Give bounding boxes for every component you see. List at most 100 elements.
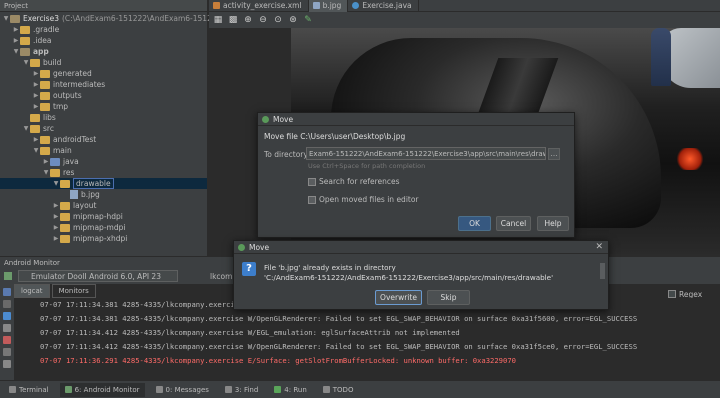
screenshot-icon[interactable]: [3, 288, 11, 296]
help-icon[interactable]: [3, 360, 11, 368]
tree-item-androidtest[interactable]: ▶ androidTest: [32, 134, 97, 145]
logcat-output[interactable]: 07-07 17:11:34.381 4285-4335/lkcompany.e…: [14, 298, 720, 378]
tree-item-label: mipmap-hdpi: [73, 212, 123, 221]
tree-item-libs[interactable]: libs: [22, 112, 56, 123]
message-scrollbar[interactable]: [600, 263, 605, 279]
tree-item-tmp[interactable]: ▶ tmp: [32, 101, 68, 112]
expand-arrow-icon[interactable]: ▼: [2, 15, 10, 22]
folder-icon: [30, 113, 40, 122]
zoom-in-icon[interactable]: ⊕: [242, 14, 254, 26]
tree-item-label: libs: [43, 113, 56, 122]
tab-b-jpg[interactable]: b.jpg: [308, 0, 349, 12]
terminate-icon[interactable]: [3, 336, 11, 344]
restart-icon[interactable]: [3, 324, 11, 332]
tree-item-res[interactable]: ▼ res: [42, 167, 75, 178]
todo-button[interactable]: TODO: [318, 383, 359, 397]
record-icon[interactable]: [3, 300, 11, 308]
skip-button[interactable]: Skip: [427, 290, 470, 305]
tree-item-label: src: [43, 124, 54, 133]
tree-item-intermediates[interactable]: ▶ intermediates: [32, 79, 105, 90]
tree-item-gradle[interactable]: ▶ .gradle: [12, 24, 60, 35]
tree-item-layout[interactable]: ▶ layout: [52, 200, 97, 211]
monitor-side-toolbar: [0, 284, 14, 380]
tab-monitors[interactable]: Monitors: [51, 284, 96, 298]
browse-ellipsis-icon[interactable]: …: [548, 148, 560, 160]
system-info-icon[interactable]: [3, 312, 11, 320]
tree-item-src[interactable]: ▼ src: [22, 123, 54, 134]
run-button[interactable]: 4: Run: [269, 383, 311, 397]
tree-item-idea[interactable]: ▶ .idea: [12, 35, 52, 46]
tree-item-generated[interactable]: ▶ generated: [32, 68, 92, 79]
tab-logcat[interactable]: logcat: [14, 284, 50, 298]
expand-arrow-icon[interactable]: ▶: [32, 81, 40, 88]
tree-item-bjpg[interactable]: b.jpg: [62, 189, 100, 200]
button-label: Overwrite: [380, 293, 417, 302]
expand-arrow-icon[interactable]: ▶: [52, 202, 60, 209]
search-references-checkbox[interactable]: Search for references: [308, 177, 400, 186]
log-line-error: 07-07 17:11:36.291 4285-4335/lkcompany.e…: [40, 356, 516, 365]
tree-item-java[interactable]: ▶ java: [42, 156, 79, 167]
tree-item-label: outputs: [53, 91, 82, 100]
tree-item-mipmap-xhdpi[interactable]: ▶ mipmap-xhdpi: [52, 233, 128, 244]
help-button[interactable]: Help: [537, 216, 569, 231]
zoom-out-icon[interactable]: ⊖: [257, 14, 269, 26]
expand-arrow-icon[interactable]: ▶: [52, 213, 60, 220]
chessboard-icon[interactable]: ▦: [212, 14, 224, 26]
messages-button[interactable]: 0: Messages: [151, 383, 214, 397]
expand-arrow-icon[interactable]: ▶: [32, 92, 40, 99]
messages-icon: [155, 386, 163, 393]
checkbox-label: Search for references: [319, 177, 400, 186]
close-icon[interactable]: ✕: [595, 242, 603, 252]
expand-arrow-icon[interactable]: ▼: [22, 59, 30, 66]
checkbox-checked-icon[interactable]: [308, 177, 316, 186]
device-dropdown[interactable]: Emulator DoolI Android 6.0, API 23: [18, 270, 178, 282]
expand-arrow-icon[interactable]: ▶: [32, 103, 40, 110]
terminal-button[interactable]: Terminal: [4, 383, 54, 397]
tree-item-label: Exercise3: [23, 14, 59, 23]
tree-item-label: b.jpg: [81, 190, 100, 199]
log-line: 07-07 17:11:34.381 4285-4335/lkcompany.e…: [40, 300, 244, 309]
tree-item-build[interactable]: ▼ build: [22, 57, 62, 68]
overwrite-button[interactable]: Overwrite: [375, 290, 422, 305]
expand-arrow-icon[interactable]: ▼: [52, 180, 60, 187]
settings-icon[interactable]: [3, 348, 11, 356]
tab-exercise-java[interactable]: Exercise.java: [348, 0, 419, 12]
dialog-title: Move: [249, 242, 270, 252]
tree-item-drawable[interactable]: ▼ drawable: [0, 178, 207, 189]
ok-button[interactable]: OK: [458, 216, 491, 231]
expand-arrow-icon[interactable]: ▶: [42, 158, 50, 165]
android-monitor-button[interactable]: 6: Android Monitor: [59, 382, 145, 397]
xml-file-icon: [213, 2, 220, 9]
expand-arrow-icon[interactable]: ▶: [32, 70, 40, 77]
find-icon: [224, 386, 232, 393]
fit-zoom-icon[interactable]: ⊛: [287, 14, 299, 26]
color-picker-icon[interactable]: ✎: [302, 14, 314, 26]
checkbox-checked-icon[interactable]: [308, 195, 316, 204]
expand-arrow-icon[interactable]: ▶: [32, 136, 40, 143]
grid-icon[interactable]: ▩: [227, 14, 239, 26]
expand-arrow-icon[interactable]: ▶: [52, 224, 60, 231]
checkbox-icon[interactable]: [668, 290, 676, 298]
tree-item-label: res: [63, 168, 75, 177]
expand-arrow-icon[interactable]: ▼: [32, 147, 40, 154]
actual-size-icon[interactable]: ⊙: [272, 14, 284, 26]
tree-item-main[interactable]: ▼ main: [32, 145, 72, 156]
tree-item-app[interactable]: ▼ app: [12, 46, 49, 57]
tab-activity-exercise-xml[interactable]: activity_exercise.xml: [209, 0, 309, 12]
expand-arrow-icon[interactable]: ▶: [52, 235, 60, 242]
expand-arrow-icon[interactable]: ▼: [22, 125, 30, 132]
expand-arrow-icon[interactable]: ▶: [12, 26, 20, 33]
to-directory-input[interactable]: Exam6-151222\AndExam6-151222\Exercise3\a…: [306, 147, 546, 160]
cancel-button[interactable]: Cancel: [496, 216, 531, 231]
expand-arrow-icon[interactable]: ▼: [42, 169, 50, 176]
tool-window-bar: Terminal 6: Android Monitor 0: Messages …: [0, 380, 720, 398]
expand-arrow-icon[interactable]: ▼: [12, 48, 20, 55]
project-panel-header[interactable]: Project: [0, 0, 207, 12]
tree-item-outputs[interactable]: ▶ outputs: [32, 90, 82, 101]
open-in-editor-checkbox[interactable]: Open moved files in editor: [308, 195, 419, 204]
tree-item-mipmap-mdpi[interactable]: ▶ mipmap-mdpi: [52, 222, 126, 233]
find-button[interactable]: 3: Find: [220, 383, 263, 397]
tree-item-mipmap-hdpi[interactable]: ▶ mipmap-hdpi: [52, 211, 123, 222]
tree-item-label: build: [43, 58, 62, 67]
expand-arrow-icon[interactable]: ▶: [12, 37, 20, 44]
